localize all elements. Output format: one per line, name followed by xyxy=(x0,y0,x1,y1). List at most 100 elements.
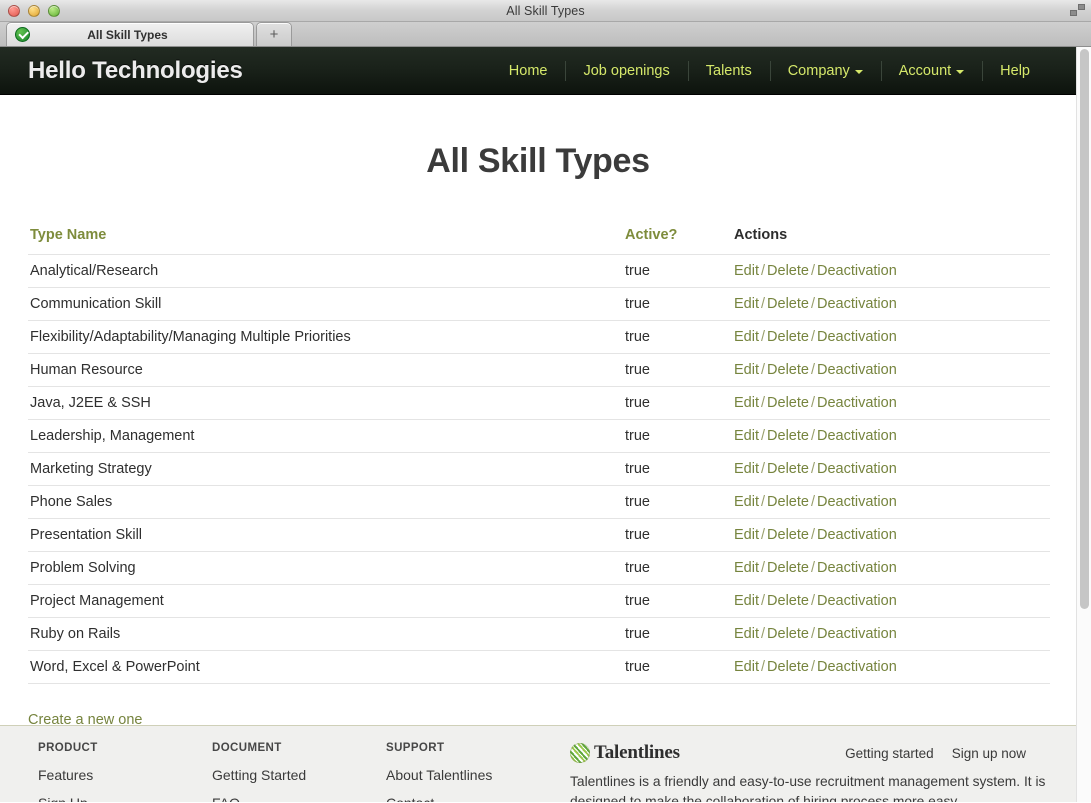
cell-active: true xyxy=(623,254,732,288)
delete-link[interactable]: Delete xyxy=(767,527,809,543)
footer-link-features[interactable]: Features xyxy=(38,767,212,783)
edit-link[interactable]: Edit xyxy=(734,461,759,477)
delete-link[interactable]: Delete xyxy=(767,428,809,444)
delete-link[interactable]: Delete xyxy=(767,296,809,312)
delete-link[interactable]: Delete xyxy=(767,329,809,345)
deactivation-link[interactable]: Deactivation xyxy=(817,428,897,444)
nav-item-talents[interactable]: Talents xyxy=(687,60,770,82)
action-separator: / xyxy=(761,659,766,675)
edit-link[interactable]: Edit xyxy=(734,527,759,543)
deactivation-link[interactable]: Deactivation xyxy=(817,263,897,279)
edit-link[interactable]: Edit xyxy=(734,593,759,609)
table-row: Ruby on Rails true Edit / Delete / Deactivatio… xyxy=(28,617,1050,651)
cell-actions: Edit / Delete / Deactivation xyxy=(732,254,1050,288)
cell-actions: Edit / Delete / Deactivation xyxy=(732,584,1050,618)
cell-active: true xyxy=(623,419,732,453)
delete-link[interactable]: Delete xyxy=(767,659,809,675)
edit-link[interactable]: Edit xyxy=(734,494,759,510)
footer-link-contact[interactable]: Contact xyxy=(386,795,560,802)
cell-actions: Edit / Delete / Deactivation xyxy=(732,353,1050,387)
nav-item-label: Account xyxy=(898,62,952,79)
delete-link[interactable]: Delete xyxy=(767,461,809,477)
deactivation-link[interactable]: Deactivation xyxy=(817,494,897,510)
action-separator: / xyxy=(810,395,815,411)
edit-link[interactable]: Edit xyxy=(734,296,759,312)
nav-item-job-openings[interactable]: Job openings xyxy=(565,60,687,82)
nav-item-home[interactable]: Home xyxy=(491,60,566,82)
delete-link[interactable]: Delete xyxy=(767,395,809,411)
deactivation-link[interactable]: Deactivation xyxy=(817,296,897,312)
deactivation-link[interactable]: Deactivation xyxy=(817,527,897,543)
tab-all-skill-types[interactable]: All Skill Types xyxy=(6,22,254,46)
fullscreen-icon[interactable] xyxy=(1070,4,1085,19)
cell-type-name: Presentation Skill xyxy=(28,518,623,552)
action-separator: / xyxy=(810,494,815,510)
footer-column-product: PRODUCT Features Sign Up xyxy=(38,742,212,802)
new-tab-button[interactable]: + xyxy=(256,22,292,46)
table-row: Java, J2EE & SSH true Edit / Delete / Deactiva… xyxy=(28,386,1050,420)
footer-link-faq[interactable]: FAQ xyxy=(212,795,386,802)
vertical-scrollbar[interactable] xyxy=(1076,47,1091,802)
delete-link[interactable]: Delete xyxy=(767,593,809,609)
action-separator: / xyxy=(761,395,766,411)
table-row: Communication Skill true Edit / Delete / Deact… xyxy=(28,287,1050,321)
talentlines-leaf-icon xyxy=(570,743,590,763)
action-separator: / xyxy=(761,428,766,444)
deactivation-link[interactable]: Deactivation xyxy=(817,395,897,411)
nav-item-label: Home xyxy=(508,62,548,79)
maximize-window-button[interactable] xyxy=(48,5,60,17)
column-header-active: Active? xyxy=(625,227,678,243)
delete-link[interactable]: Delete xyxy=(767,560,809,576)
edit-link[interactable]: Edit xyxy=(734,362,759,378)
nav-item-company[interactable]: Company xyxy=(769,60,881,82)
cell-actions: Edit / Delete / Deactivation xyxy=(732,419,1050,453)
delete-link[interactable]: Delete xyxy=(767,362,809,378)
nav-item-help[interactable]: Help xyxy=(982,60,1048,82)
cell-type-name: Phone Sales xyxy=(28,485,623,519)
deactivation-link[interactable]: Deactivation xyxy=(817,461,897,477)
action-separator: / xyxy=(761,296,766,312)
cell-active: true xyxy=(623,485,732,519)
cell-type-name: Project Management xyxy=(28,584,623,618)
footer-brand-name: Talentlines xyxy=(594,742,680,763)
table-row: Human Resource true Edit / Delete / Deactivati… xyxy=(28,353,1050,387)
table-row: Leadership, Management true Edit / Delete / De… xyxy=(28,419,1050,453)
action-separator: / xyxy=(761,461,766,477)
edit-link[interactable]: Edit xyxy=(734,659,759,675)
edit-link[interactable]: Edit xyxy=(734,560,759,576)
edit-link[interactable]: Edit xyxy=(734,626,759,642)
deactivation-link[interactable]: Deactivation xyxy=(817,626,897,642)
deactivation-link[interactable]: Deactivation xyxy=(817,560,897,576)
footer-link-about-talentlines[interactable]: About Talentlines xyxy=(386,767,560,783)
deactivation-link[interactable]: Deactivation xyxy=(817,659,897,675)
delete-link[interactable]: Delete xyxy=(767,494,809,510)
cell-actions: Edit / Delete / Deactivation xyxy=(732,518,1050,552)
scrollbar-thumb[interactable] xyxy=(1080,49,1089,609)
edit-link[interactable]: Edit xyxy=(734,263,759,279)
cell-actions: Edit / Delete / Deactivation xyxy=(732,287,1050,321)
new-tab-label: + xyxy=(269,26,279,43)
footer-getting-started-link[interactable]: Getting started xyxy=(845,746,934,761)
site-brand[interactable]: Hello Technologies xyxy=(28,57,243,85)
deactivation-link[interactable]: Deactivation xyxy=(817,329,897,345)
delete-link[interactable]: Delete xyxy=(767,263,809,279)
tab-strip: All Skill Types + xyxy=(0,22,1091,47)
cell-type-name: Problem Solving xyxy=(28,551,623,585)
cell-active: true xyxy=(623,287,732,321)
close-window-button[interactable] xyxy=(8,5,20,17)
footer-link-getting-started[interactable]: Getting Started xyxy=(212,767,386,783)
footer-link-sign-up[interactable]: Sign Up xyxy=(38,795,212,802)
deactivation-link[interactable]: Deactivation xyxy=(817,362,897,378)
nav-item-account[interactable]: Account xyxy=(880,60,982,82)
minimize-window-button[interactable] xyxy=(28,5,40,17)
footer-columns: PRODUCT Features Sign Up DOCUMENT Gettin… xyxy=(0,726,1076,802)
footer-sign-up-now-link[interactable]: Sign up now xyxy=(952,746,1026,761)
edit-link[interactable]: Edit xyxy=(734,329,759,345)
action-separator: / xyxy=(810,461,815,477)
delete-link[interactable]: Delete xyxy=(767,626,809,642)
table-head: Type Name Active? Actions xyxy=(28,224,1050,255)
deactivation-link[interactable]: Deactivation xyxy=(817,593,897,609)
nav-item-label: Talents xyxy=(705,62,752,79)
edit-link[interactable]: Edit xyxy=(734,428,759,444)
edit-link[interactable]: Edit xyxy=(734,395,759,411)
